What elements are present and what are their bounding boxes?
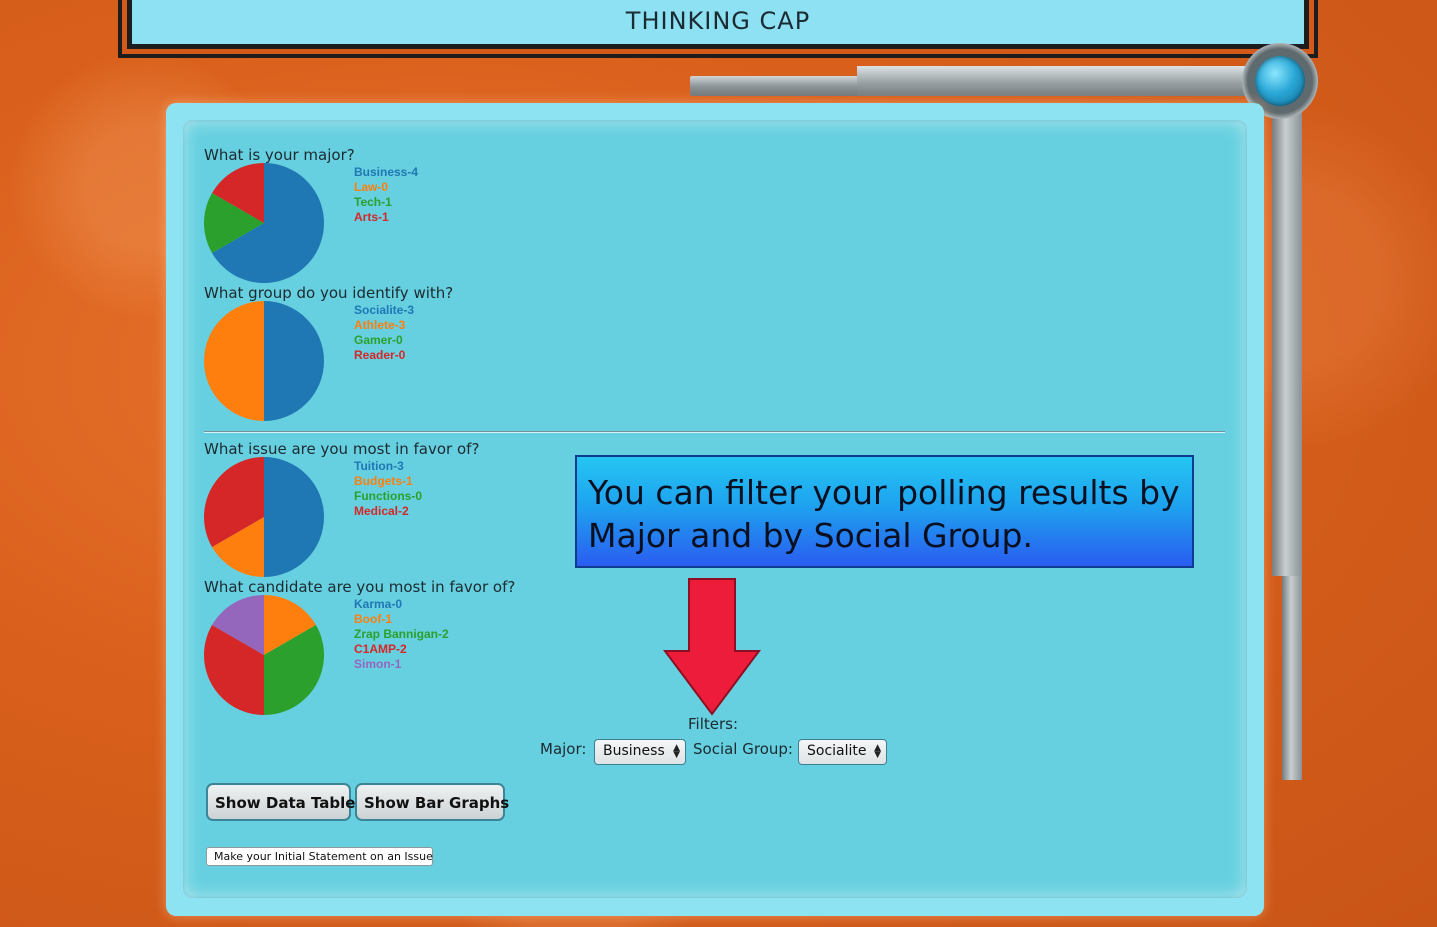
pipe-decoration	[1272, 96, 1302, 576]
legend-item: Tech-1	[354, 195, 392, 209]
select-arrows-icon: ▲ ▼	[874, 743, 881, 760]
major-filter-label: Major:	[540, 740, 587, 758]
poll-question: What group do you identify with?	[204, 284, 454, 302]
legend-item: Law-0	[354, 180, 389, 194]
pipe-decoration	[690, 76, 870, 96]
initial-statement-button[interactable]: Make your Initial Statement on an Issue	[206, 847, 433, 866]
poll-question: What candidate are you most in favor of?	[204, 578, 516, 596]
legend-item: Karma-0	[354, 597, 403, 611]
major-select-value: Business	[603, 743, 665, 759]
legend-item: Budgets-1	[354, 474, 413, 488]
legend-item: Athlete-3	[354, 318, 406, 332]
pie-chart-major	[204, 163, 324, 283]
filters-heading: Filters:	[688, 715, 739, 733]
legend-item: Boof-1	[354, 612, 392, 626]
arrow-down-icon	[663, 578, 761, 716]
pipe-decoration	[857, 66, 1247, 96]
poll-question: What issue are you most in favor of?	[204, 440, 480, 458]
pie-slice-tuition	[264, 457, 324, 577]
pipe-decoration	[1282, 576, 1302, 780]
legend-candidate: Karma-0 Boof-1 Zrap Bannigan-2 C1AMP-2 S…	[354, 597, 449, 672]
legend-item: Zrap Bannigan-2	[354, 627, 449, 641]
legend-group: Socialite-3 Athlete-3 Gamer-0 Reader-0	[354, 303, 414, 363]
legend-major: Business-4 Law-0 Tech-1 Arts-1	[354, 165, 418, 225]
legend-item: Arts-1	[354, 210, 389, 224]
select-arrows-icon: ▲ ▼	[673, 743, 680, 760]
tutorial-callout: You can filter your polling results by M…	[575, 455, 1194, 568]
app-title: THINKING CAP	[625, 7, 811, 35]
legend-item: Medical-2	[354, 504, 409, 518]
poll-question: What is your major?	[204, 146, 355, 164]
pie-chart-group	[204, 301, 324, 421]
major-select[interactable]: Business ▲ ▼	[594, 739, 686, 765]
pie-chart-candidate	[204, 595, 324, 715]
pie-slice-socialite	[264, 301, 324, 421]
legend-item: Business-4	[354, 165, 419, 179]
show-bar-graphs-button[interactable]: Show Bar Graphs	[355, 783, 509, 821]
legend-item: C1AMP-2	[354, 642, 407, 656]
legend-issue: Tuition-3 Budgets-1 Functions-0 Medical-…	[354, 459, 422, 519]
legend-item: Reader-0	[354, 348, 406, 362]
pie-chart-issue	[204, 457, 324, 577]
social-group-filter-label: Social Group:	[693, 740, 793, 758]
legend-item: Gamer-0	[354, 333, 403, 347]
show-data-table-button[interactable]: Show Data Table	[206, 783, 355, 821]
legend-item: Tuition-3	[354, 459, 404, 473]
legend-item: Simon-1	[354, 657, 402, 671]
legend-item: Functions-0	[354, 489, 422, 503]
legend-item: Socialite-3	[354, 303, 415, 317]
section-divider	[204, 431, 1225, 433]
social-group-select[interactable]: Socialite ▲ ▼	[798, 739, 887, 765]
social-group-select-value: Socialite	[807, 743, 867, 759]
header-banner: THINKING CAP	[118, 0, 1318, 58]
pie-slice-athlete	[204, 301, 264, 421]
